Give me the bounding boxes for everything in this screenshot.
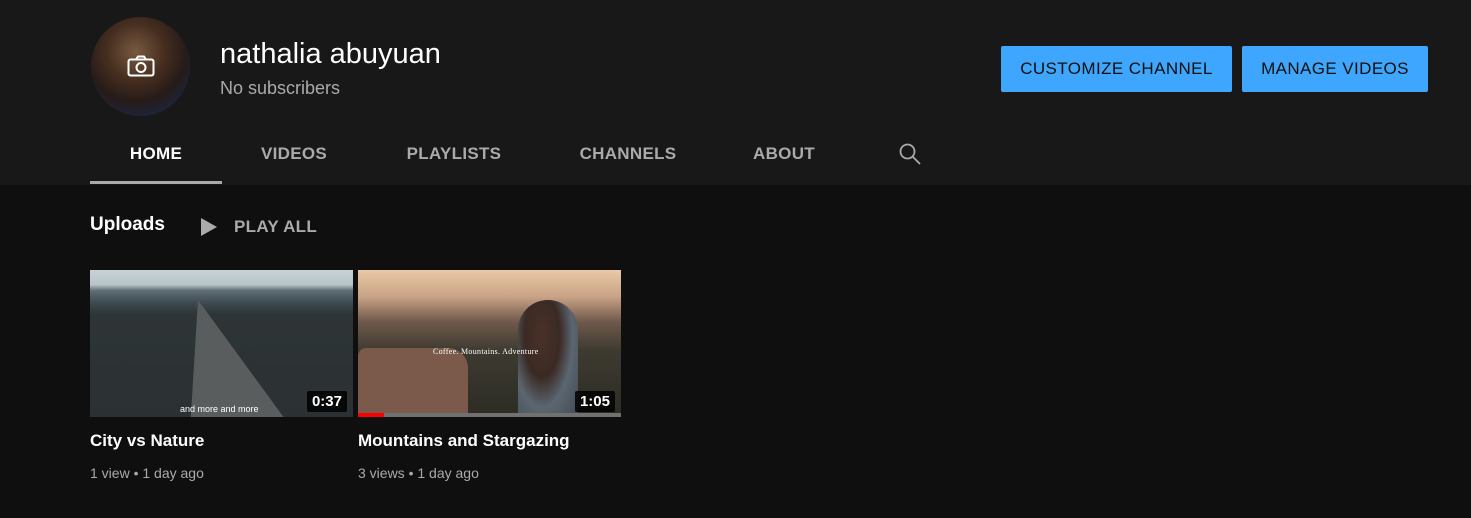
play-all-button[interactable]: PLAY ALL (234, 217, 317, 237)
video-thumbnail[interactable]: Coffee. Mountains. Adventure 1:05 (358, 270, 621, 417)
thumbnail-caption: Coffee. Mountains. Adventure (433, 347, 539, 356)
channel-avatar[interactable] (91, 17, 190, 116)
video-card[interactable]: Coffee. Mountains. Adventure 1:05 Mounta… (358, 270, 621, 481)
video-title[interactable]: City vs Nature (90, 431, 353, 451)
thumbnail-rock (358, 348, 468, 417)
tab-about[interactable]: ABOUT (732, 125, 836, 183)
thumbnail-figure (518, 300, 578, 417)
play-icon[interactable] (200, 217, 218, 237)
watch-progress-fill (358, 413, 385, 417)
thumbnail-road (190, 300, 293, 417)
video-duration: 0:37 (306, 391, 347, 412)
tab-videos[interactable]: VIDEOS (230, 125, 358, 183)
search-icon[interactable] (898, 142, 922, 166)
uploads-title: Uploads (90, 214, 165, 235)
manage-videos-button[interactable]: MANAGE VIDEOS (1242, 46, 1428, 92)
channel-header: nathalia abuyuan No subscribers CUSTOMIZ… (0, 0, 1471, 185)
customize-channel-button[interactable]: CUSTOMIZE CHANNEL (1001, 46, 1232, 92)
tab-playlists[interactable]: PLAYLISTS (384, 125, 524, 183)
camera-icon (127, 55, 155, 77)
channel-name: nathalia abuyuan (220, 38, 441, 70)
tab-home[interactable]: HOME (90, 125, 222, 183)
video-meta: 1 view • 1 day ago (90, 465, 204, 481)
watch-progress-track (358, 413, 621, 417)
video-meta: 3 views • 1 day ago (358, 465, 479, 481)
video-duration: 1:05 (574, 391, 615, 412)
video-card[interactable]: and more and more 0:37 City vs Nature 1 … (90, 270, 353, 481)
subscriber-count: No subscribers (220, 78, 341, 98)
video-thumbnail[interactable]: and more and more 0:37 (90, 270, 353, 417)
tab-channels[interactable]: CHANNELS (562, 125, 694, 183)
video-title[interactable]: Mountains and Stargazing (358, 431, 621, 451)
active-tab-indicator (90, 181, 222, 184)
thumbnail-caption: and more and more (180, 404, 259, 414)
